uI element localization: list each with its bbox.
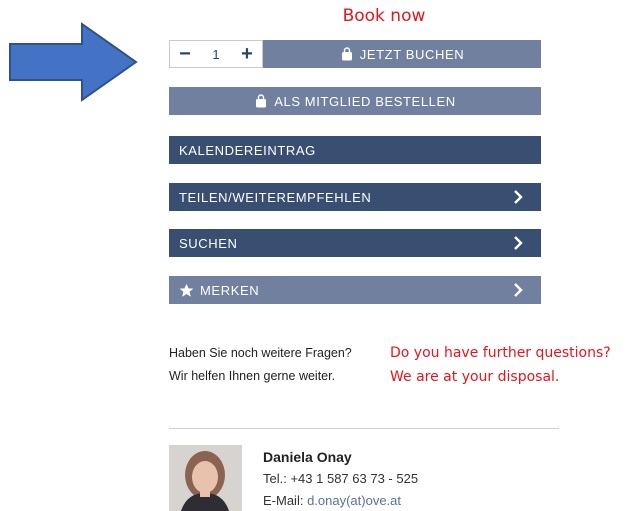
phone-label: Tel.: (263, 471, 291, 486)
suchen-button[interactable]: SUCHEN (169, 229, 541, 257)
phone-number[interactable]: +43 1 587 63 73 - 525 (290, 471, 418, 486)
chevron-right-icon (514, 283, 523, 297)
als-mitglied-label: ALS MITGLIED BESTELLEN (274, 93, 456, 109)
contact-email: E-Mail: d.onay(at)ove.at (263, 493, 401, 508)
jetzt-buchen-button[interactable]: JETZT BUCHEN (263, 40, 541, 68)
help-text-line1: Haben Sie noch weitere Fragen? (169, 346, 352, 360)
contact-name: Daniela Onay (263, 449, 352, 465)
teilen-weiterempfehlen-button[interactable]: TEILEN/WEITEREMPFEHLEN (169, 183, 541, 211)
teilen-label: TEILEN/WEITEREMPFEHLEN (179, 189, 372, 205)
merken-label: MERKEN (200, 282, 260, 298)
contact-photo (169, 445, 242, 511)
star-icon (179, 283, 194, 297)
quantity-value[interactable]: 1 (203, 47, 229, 62)
quantity-stepper[interactable]: − 1 + (169, 40, 263, 68)
book-now-annotation: Book now (342, 6, 426, 26)
jetzt-buchen-label: JETZT BUCHEN (359, 46, 465, 62)
kalendereintrag-button[interactable]: KALENDEREINTRAG (169, 136, 541, 164)
email-label: E-Mail: (263, 493, 308, 508)
suchen-label: SUCHEN (179, 235, 238, 251)
kalendereintrag-label: KALENDEREINTRAG (179, 142, 316, 158)
further-questions-annotation: Do you have further questions? (390, 345, 611, 361)
at-disposal-annotation: We are at your disposal. (390, 369, 560, 385)
als-mitglied-bestellen-button[interactable]: ALS MITGLIED BESTELLEN (169, 87, 541, 115)
email-link[interactable]: d.onay(at)ove.at (307, 493, 401, 508)
help-text-line2: Wir helfen Ihnen gerne weiter. (169, 369, 336, 383)
divider (169, 428, 559, 429)
chevron-right-icon (514, 236, 523, 250)
contact-phone: Tel.: +43 1 587 63 73 - 525 (263, 471, 418, 486)
right-arrow-icon (9, 22, 138, 102)
person-photo-icon (169, 445, 242, 511)
chevron-right-icon (514, 190, 523, 204)
shopping-bag-icon (341, 47, 352, 61)
merken-button[interactable]: MERKEN (169, 276, 541, 304)
decrement-button[interactable]: − (176, 44, 194, 64)
shopping-bag-icon (256, 94, 267, 108)
increment-button[interactable]: + (238, 44, 256, 64)
